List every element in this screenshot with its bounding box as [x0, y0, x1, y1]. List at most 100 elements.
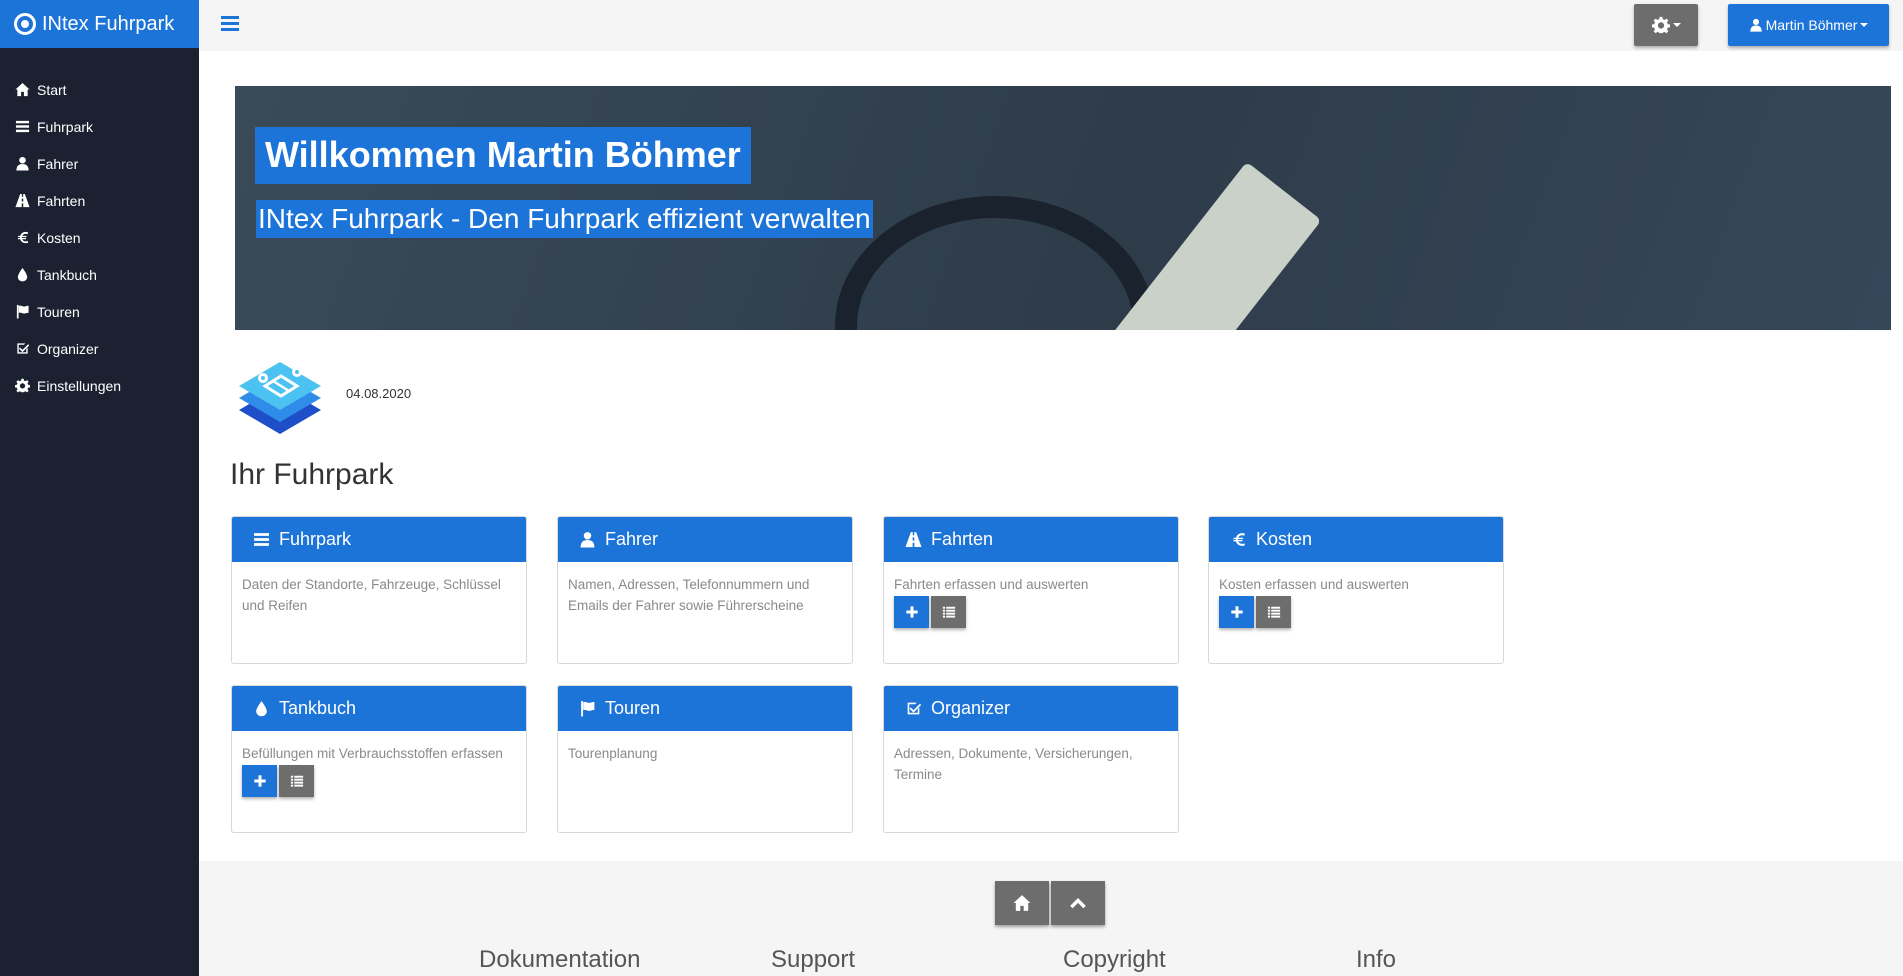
card-body: Daten der Standorte, Fahrzeuge, Schlüsse…: [232, 562, 526, 628]
plus-icon: [905, 605, 919, 619]
card-body: Fahrten erfassen und auswerten: [884, 562, 1178, 640]
card-description: Tourenplanung: [568, 746, 658, 761]
flag-icon: [14, 304, 30, 320]
road-icon: [14, 193, 30, 209]
card-body: Tourenplanung: [558, 731, 852, 776]
euro-icon: [14, 230, 30, 246]
hero-subtitle: INtex Fuhrpark - Den Fuhrpark effizient …: [256, 200, 873, 238]
sidebar-item-fahrer[interactable]: Fahrer: [0, 145, 199, 182]
brand-link[interactable]: INtex Fuhrpark: [0, 0, 199, 48]
card-actions: [242, 765, 516, 797]
card-description: Kosten erfassen und auswerten: [1219, 577, 1409, 592]
sidebar-item-label: Fahrten: [37, 192, 86, 209]
sidebar-item-label: Tankbuch: [37, 266, 97, 283]
chevron-up-icon: [1069, 894, 1087, 912]
list-icon: [14, 119, 30, 135]
sidebar-item-einstellungen[interactable]: Einstellungen: [0, 367, 199, 404]
footer-link-info[interactable]: Info: [1356, 946, 1396, 974]
drop-icon: [14, 267, 30, 283]
app-logo-icon: [239, 362, 321, 434]
user-dropdown-button[interactable]: Martin Böhmer: [1728, 4, 1889, 46]
card-organizer: Organizer Adressen, Dokumente, Versicher…: [883, 685, 1179, 833]
card-header[interactable]: Fuhrpark: [232, 517, 526, 562]
card-title: Kosten: [1256, 529, 1313, 549]
card-touren: Touren Tourenplanung: [557, 685, 853, 833]
drop-icon: [253, 700, 270, 717]
card-description: Daten der Standorte, Fahrzeuge, Schlüsse…: [242, 577, 501, 613]
user-icon: [1749, 18, 1763, 32]
scroll-top-button[interactable]: [1051, 881, 1105, 925]
sidebar-item-tankbuch[interactable]: Tankbuch: [0, 256, 199, 293]
menu-toggle-icon[interactable]: [221, 16, 239, 32]
sidebar-item-fuhrpark[interactable]: Fuhrpark: [0, 108, 199, 145]
check-square-icon: [14, 341, 30, 357]
user-icon: [579, 531, 596, 548]
card-body: Adressen, Dokumente, Versicherungen, Ter…: [884, 731, 1178, 797]
plus-icon: [253, 774, 267, 788]
sidebar-item-label: Organizer: [37, 340, 99, 357]
list-icon: [1267, 605, 1281, 619]
list-kosten-button[interactable]: [1256, 596, 1291, 628]
user-icon: [14, 156, 30, 172]
hero-background-ring: [835, 196, 1155, 330]
caret-down-icon: [1860, 23, 1869, 27]
list-tankbuch-button[interactable]: [279, 765, 314, 797]
card-title: Fahrten: [931, 529, 994, 549]
plus-icon: [1230, 605, 1244, 619]
sidebar-item-label: Touren: [37, 303, 80, 320]
hero-banner: Willkommen Martin Böhmer INtex Fuhrpark …: [235, 86, 1891, 330]
card-fahrer: Fahrer Namen, Adressen, Telefonnummern u…: [557, 516, 853, 664]
hero-title: Willkommen Martin Böhmer: [255, 127, 751, 184]
footer-link-copyright[interactable]: Copyright: [1063, 946, 1166, 974]
card-description: Befüllungen mit Verbrauchsstoffen erfass…: [242, 746, 503, 761]
settings-dropdown-button[interactable]: [1634, 4, 1698, 46]
footer: Dokumentation Support Copyright Info: [199, 861, 1903, 976]
card-description: Namen, Adressen, Telefonnummern und Emai…: [568, 577, 810, 613]
check-square-icon: [905, 700, 922, 717]
add-tankbuch-button[interactable]: [242, 765, 277, 797]
card-tankbuch: Tankbuch Befüllungen mit Verbrauchsstoff…: [231, 685, 527, 833]
sidebar-item-organizer[interactable]: Organizer: [0, 330, 199, 367]
card-fuhrpark: Fuhrpark Daten der Standorte, Fahrzeuge,…: [231, 516, 527, 664]
sidebar-item-fahrten[interactable]: Fahrten: [0, 182, 199, 219]
card-header[interactable]: Fahrten: [884, 517, 1178, 562]
sidebar-item-touren[interactable]: Touren: [0, 293, 199, 330]
card-header[interactable]: Tankbuch: [232, 686, 526, 731]
section-title: Ihr Fuhrpark: [230, 458, 394, 491]
road-icon: [905, 531, 922, 548]
card-header[interactable]: Kosten: [1209, 517, 1503, 562]
card-actions: [894, 596, 1168, 628]
sidebar-item-kosten[interactable]: Kosten: [0, 219, 199, 256]
card-title: Organizer: [931, 698, 1011, 718]
user-name: Martin Böhmer: [1765, 17, 1858, 33]
home-button[interactable]: [995, 881, 1049, 925]
flag-icon: [579, 700, 596, 717]
gear-icon: [1652, 16, 1670, 34]
list-icon: [942, 605, 956, 619]
gear-icon: [14, 378, 30, 394]
card-title: Fahrer: [605, 529, 659, 549]
sidebar-item-label: Start: [37, 81, 67, 98]
card-header[interactable]: Fahrer: [558, 517, 852, 562]
brand-name: INtex Fuhrpark: [42, 12, 175, 35]
add-kosten-button[interactable]: [1219, 596, 1254, 628]
card-header[interactable]: Organizer: [884, 686, 1178, 731]
sidebar-item-start[interactable]: Start: [0, 71, 199, 108]
current-date: 04.08.2020: [346, 386, 412, 401]
card-kosten: Kosten Kosten erfassen und auswerten: [1208, 516, 1504, 664]
card-title: Fuhrpark: [279, 529, 352, 549]
sidebar: INtex Fuhrpark Start Fuhrpark Fahrer Fah…: [0, 0, 199, 976]
footer-link-support[interactable]: Support: [771, 946, 855, 974]
card-body: Namen, Adressen, Telefonnummern und Emai…: [558, 562, 852, 628]
home-icon: [1013, 894, 1031, 912]
add-fahrt-button[interactable]: [894, 596, 929, 628]
sidebar-item-label: Einstellungen: [37, 377, 122, 394]
card-description: Fahrten erfassen und auswerten: [894, 577, 1089, 592]
footer-link-dokumentation[interactable]: Dokumentation: [479, 946, 640, 974]
card-title: Tankbuch: [279, 698, 357, 718]
euro-icon: [1230, 531, 1247, 548]
card-header[interactable]: Touren: [558, 686, 852, 731]
list-fahrten-button[interactable]: [931, 596, 966, 628]
sidebar-item-label: Fahrer: [37, 155, 79, 172]
card-fahrten: Fahrten Fahrten erfassen und auswerten: [883, 516, 1179, 664]
